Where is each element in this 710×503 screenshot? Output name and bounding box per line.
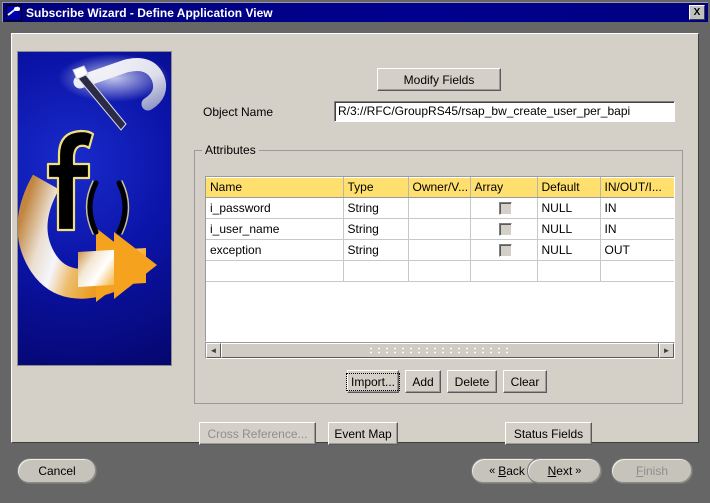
table-header-row: Name Type Owner/V... Array Default IN/OU… bbox=[206, 177, 674, 198]
column-header-owner[interactable]: Owner/V... bbox=[408, 177, 471, 198]
cell-owner bbox=[408, 197, 471, 219]
column-header-direction[interactable]: IN/OUT/I... bbox=[600, 177, 674, 198]
wand-icon bbox=[6, 4, 22, 21]
cell-array bbox=[470, 218, 538, 240]
cell-type: String bbox=[343, 197, 409, 219]
empty-cell bbox=[408, 260, 471, 282]
cell-type: String bbox=[343, 239, 409, 261]
array-checkbox[interactable] bbox=[499, 222, 512, 236]
back-label-rest: ack bbox=[506, 464, 525, 478]
cell-owner bbox=[408, 218, 471, 240]
finish-label-rest: inish bbox=[643, 464, 669, 478]
column-header-name[interactable]: Name bbox=[206, 177, 344, 198]
cell-direction: IN bbox=[600, 218, 674, 240]
scroll-left-icon[interactable]: ◄ bbox=[206, 343, 221, 358]
scrollbar-grip-icon bbox=[370, 347, 510, 354]
add-button[interactable]: Add bbox=[405, 370, 441, 393]
array-checkbox[interactable] bbox=[499, 243, 512, 257]
clear-button[interactable]: Clear bbox=[503, 370, 547, 393]
column-header-type[interactable]: Type bbox=[343, 177, 409, 198]
table-actions: Import... Add Delete Clear bbox=[346, 370, 547, 393]
cell-name: exception bbox=[206, 239, 344, 261]
close-icon[interactable]: X bbox=[689, 5, 705, 20]
attributes-group-title: Attributes bbox=[202, 143, 259, 157]
cell-direction: IN bbox=[600, 197, 674, 219]
object-name-label: Object Name bbox=[203, 105, 274, 119]
chevron-left-icon: « bbox=[489, 465, 496, 477]
finish-button-label: Finish bbox=[635, 464, 669, 478]
object-name-input[interactable]: R/3://RFC/GroupRS45/rsap_bw_create_user_… bbox=[334, 101, 675, 122]
empty-cell bbox=[343, 260, 409, 282]
column-header-default[interactable]: Default bbox=[537, 177, 601, 198]
cell-default: NULL bbox=[537, 218, 601, 240]
scrollbar-thumb[interactable] bbox=[221, 343, 659, 358]
empty-cell bbox=[470, 260, 538, 282]
array-checkbox[interactable] bbox=[499, 201, 512, 215]
next-button[interactable]: Next » bbox=[527, 458, 602, 484]
empty-cell bbox=[600, 260, 674, 282]
cell-array bbox=[470, 197, 538, 219]
event-map-button[interactable]: Event Map bbox=[328, 422, 398, 445]
delete-button[interactable]: Delete bbox=[447, 370, 497, 393]
secondary-actions: Cross Reference... Event Map Status Fiel… bbox=[199, 422, 592, 445]
cell-direction: OUT bbox=[600, 239, 674, 261]
import-button-label: Import... bbox=[346, 372, 401, 391]
cross-reference-button: Cross Reference... bbox=[199, 422, 316, 445]
status-fields-button[interactable]: Status Fields bbox=[505, 422, 592, 445]
cell-name: i_password bbox=[206, 197, 344, 219]
table-horizontal-scrollbar[interactable]: ◄ ► bbox=[205, 342, 675, 359]
cell-array bbox=[470, 239, 538, 261]
table-row[interactable]: i_user_name String NULL IN bbox=[206, 218, 674, 240]
chevron-right-icon: » bbox=[575, 465, 582, 477]
back-button-label: Back bbox=[498, 464, 525, 478]
empty-cell bbox=[537, 260, 601, 282]
dialog-window: Subscribe Wizard - Define Application Vi… bbox=[0, 0, 710, 503]
cell-default: NULL bbox=[537, 197, 601, 219]
cancel-button[interactable]: Cancel bbox=[17, 458, 97, 484]
wizard-banner-graphic bbox=[17, 51, 172, 366]
next-button-label: Next bbox=[547, 464, 573, 478]
next-label-rest: ext bbox=[556, 464, 573, 478]
scroll-right-icon[interactable]: ► bbox=[659, 343, 674, 358]
empty-cell bbox=[206, 260, 344, 282]
finish-button: Finish bbox=[611, 458, 693, 484]
title-bar: Subscribe Wizard - Define Application Vi… bbox=[2, 2, 708, 22]
column-header-array[interactable]: Array bbox=[470, 177, 538, 198]
cell-type: String bbox=[343, 218, 409, 240]
window-title: Subscribe Wizard - Define Application Vi… bbox=[26, 5, 273, 20]
cell-default: NULL bbox=[537, 239, 601, 261]
attributes-table[interactable]: Name Type Owner/V... Array Default IN/OU… bbox=[205, 176, 675, 342]
import-button[interactable]: Import... bbox=[346, 370, 401, 393]
cell-name: i_user_name bbox=[206, 218, 344, 240]
cell-owner bbox=[408, 239, 471, 261]
table-empty-row bbox=[206, 260, 674, 282]
table-row[interactable]: exception String NULL OUT bbox=[206, 239, 674, 261]
table-row[interactable]: i_password String NULL IN bbox=[206, 197, 674, 219]
modify-fields-button[interactable]: Modify Fields bbox=[377, 68, 501, 91]
